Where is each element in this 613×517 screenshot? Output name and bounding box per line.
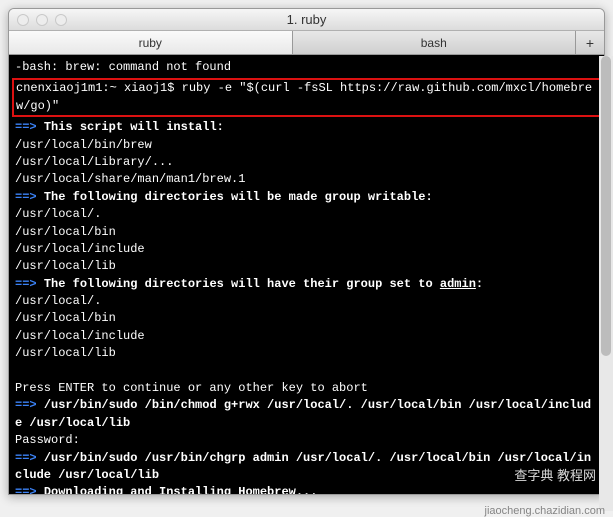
tab-ruby[interactable]: ruby [9,31,293,54]
arrow-icon: ==> [15,398,37,412]
watermark-text: 查字典 教程网 [514,467,596,486]
path-line: /usr/local/include [15,241,598,258]
path-line: /usr/local/Library/... [15,154,598,171]
minimize-button[interactable] [36,14,48,26]
path-line: /usr/local/bin [15,224,598,241]
path-line: /usr/local/lib [15,345,598,362]
prompt-line: cnenxiaoj1m1:~ xiaoj1$ ruby -e "$(curl -… [16,80,597,115]
path-line: /usr/local/. [15,206,598,223]
blank-line [15,363,598,380]
press-enter-line: Press ENTER to continue or any other key… [15,380,598,397]
output-line: ==> The following directories will be ma… [15,189,598,206]
path-line: /usr/local/lib [15,258,598,275]
terminal-content[interactable]: -bash: brew: command not found cnenxiaoj… [9,55,604,494]
password-line: Password: [15,432,598,449]
error-line: -bash: brew: command not found [15,59,598,76]
window-title: 1. ruby [287,12,327,27]
output-line: ==> Downloading and Installing Homebrew.… [15,484,598,494]
titlebar: 1. ruby [9,9,604,31]
path-line: /usr/local/share/man/man1/brew.1 [15,171,598,188]
scroll-thumb[interactable] [601,56,605,356]
arrow-icon: ==> [15,277,37,291]
output-line: ==> /usr/bin/sudo /usr/bin/chgrp admin /… [15,450,598,485]
path-line: /usr/local/include [15,328,598,345]
close-button[interactable] [17,14,29,26]
output-line: ==> /usr/bin/sudo /bin/chmod g+rwx /usr/… [15,397,598,432]
new-tab-button[interactable]: + [576,31,604,54]
traffic-lights [9,14,67,26]
scrollbar[interactable] [599,56,605,495]
arrow-icon: ==> [15,120,37,134]
output-line: ==> This script will install: [15,119,598,136]
terminal-window: 1. ruby ruby bash + -bash: brew: command… [8,8,605,495]
output-line: ==> The following directories will have … [15,276,598,293]
path-line: /usr/local/bin [15,310,598,327]
maximize-button[interactable] [55,14,67,26]
path-line: /usr/local/. [15,293,598,310]
tabbar: ruby bash + [9,31,604,55]
arrow-icon: ==> [15,485,37,494]
path-line: /usr/local/bin/brew [15,137,598,154]
command-highlight: cnenxiaoj1m1:~ xiaoj1$ ruby -e "$(curl -… [12,78,601,117]
tab-bash[interactable]: bash [293,31,577,54]
arrow-icon: ==> [15,451,37,465]
watermark-url: jiaocheng.chazidian.com [485,505,605,517]
arrow-icon: ==> [15,190,37,204]
